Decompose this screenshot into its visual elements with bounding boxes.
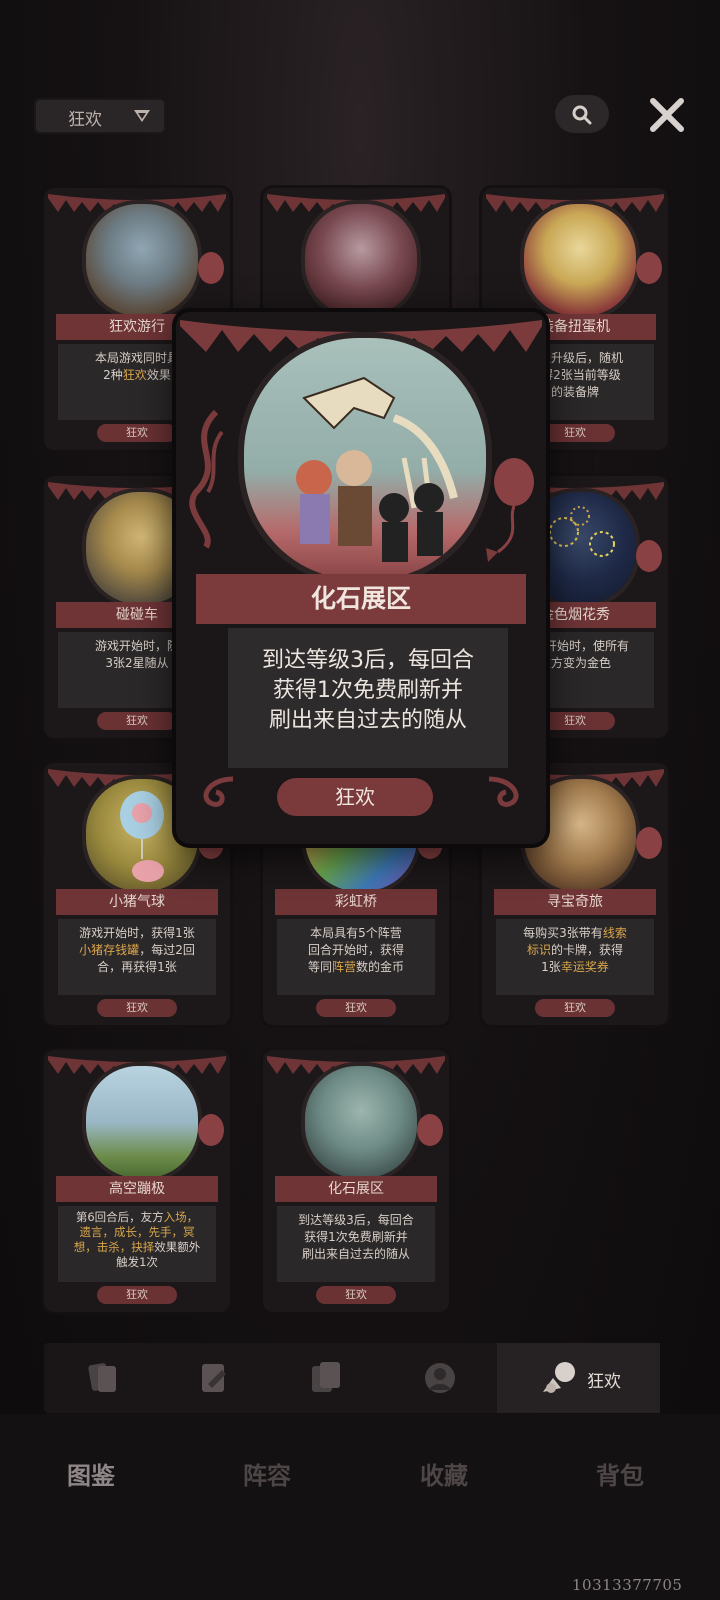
card-name: 彩虹桥 bbox=[275, 889, 437, 915]
card-name: 小猪气球 bbox=[56, 889, 218, 915]
card-description: 游戏开始时，获得1张 小猪存钱罐，每过2回 合，再获得1张 bbox=[58, 919, 216, 995]
balloon-decoration bbox=[198, 252, 224, 284]
balloon-decoration bbox=[636, 540, 662, 572]
card-description: 第6回合后，友方入场， 遗言，成长，先手，冥 想，击杀，抉择效果额外 触发1次 bbox=[58, 1206, 216, 1282]
card-bungee-jump[interactable]: 高空蹦极 第6回合后，友方入场， 遗言，成长，先手，冥 想，击杀，抉择效果额外 … bbox=[44, 1050, 230, 1312]
swirl-decoration bbox=[488, 776, 519, 807]
card-fossil-exhibit[interactable]: 化石展区 到达等级3后，每回合 获得1次免费刷新并 刷出来自过去的随从 狂欢 bbox=[263, 1050, 449, 1312]
card-art bbox=[82, 1062, 202, 1182]
category-card-edit-icon[interactable] bbox=[194, 1358, 234, 1398]
card-tag: 狂欢 bbox=[535, 999, 615, 1017]
card-tag: 狂欢 bbox=[316, 999, 396, 1017]
card-tag: 狂欢 bbox=[97, 1286, 177, 1304]
card-name: 高空蹦极 bbox=[56, 1176, 218, 1202]
nav-tab-lineup[interactable]: 阵容 bbox=[243, 1456, 291, 1491]
card-description: 每购买3张带有线索 标识的卡牌，获得 1张幸运奖券 bbox=[496, 919, 654, 995]
category-tab-label: 狂欢 bbox=[587, 1372, 621, 1392]
popup-tag: 狂欢 bbox=[277, 778, 433, 816]
balloon-decoration bbox=[198, 1114, 224, 1146]
bottom-nav bbox=[0, 1414, 720, 1600]
search-icon bbox=[572, 105, 592, 125]
nav-tab-catalog[interactable]: 图鉴 bbox=[67, 1456, 115, 1491]
chevron-down-icon bbox=[134, 110, 150, 122]
card-detail-popup[interactable]: 化石展区 到达等级3后，每回合 获得1次免费刷新并 刷出来自过去的随从 狂欢 bbox=[176, 312, 546, 844]
category-card-stack-icon[interactable] bbox=[306, 1358, 346, 1398]
card-tag: 狂欢 bbox=[97, 999, 177, 1017]
popup-title-ribbon: 化石展区 bbox=[196, 574, 526, 624]
popup-title: 化石展区 bbox=[310, 584, 411, 613]
filter-dropdown[interactable]: 狂欢 bbox=[34, 98, 166, 134]
card-tag: 狂欢 bbox=[97, 424, 177, 442]
category-cards-icon[interactable] bbox=[84, 1358, 124, 1398]
balloon-decoration bbox=[636, 827, 662, 859]
card-tag: 狂欢 bbox=[535, 424, 615, 442]
swirl-decoration bbox=[189, 409, 224, 549]
swirl-decoration bbox=[203, 776, 234, 807]
balloon-decoration bbox=[636, 252, 662, 284]
popup-description: 到达等级3后，每回合 获得1次免费刷新并 刷出来自过去的随从 bbox=[226, 626, 510, 770]
carnival-icon bbox=[543, 1362, 575, 1393]
card-art bbox=[301, 200, 421, 320]
category-avatar-icon[interactable] bbox=[420, 1358, 460, 1398]
card-tag: 狂欢 bbox=[535, 712, 615, 730]
card-art bbox=[520, 200, 640, 320]
card-art bbox=[301, 1062, 421, 1182]
watermark-id: 10313377705 bbox=[572, 1576, 683, 1594]
balloon-decoration bbox=[417, 1114, 443, 1146]
dinosaur-skeleton-icon bbox=[296, 376, 458, 562]
close-icon[interactable] bbox=[645, 93, 689, 137]
card-description: 到达等级3后，每回合 获得1次免费刷新并 刷出来自过去的随从 bbox=[277, 1206, 435, 1282]
card-description: 本局具有5个阵营 回合开始时，获得 等同阵营数的金币 bbox=[277, 919, 435, 995]
card-tag: 狂欢 bbox=[97, 712, 177, 730]
filter-dropdown-label: 狂欢 bbox=[68, 110, 102, 130]
nav-tab-collection[interactable]: 收藏 bbox=[420, 1456, 468, 1491]
card-name: 寻宝奇旅 bbox=[494, 889, 656, 915]
nav-tab-backpack[interactable]: 背包 bbox=[596, 1456, 644, 1491]
card-tag: 狂欢 bbox=[316, 1286, 396, 1304]
search-button[interactable] bbox=[555, 95, 609, 133]
card-art bbox=[82, 200, 202, 320]
card-name: 化石展区 bbox=[275, 1176, 437, 1202]
popup-card-art bbox=[238, 332, 492, 586]
category-tab-carnival[interactable]: 狂欢 bbox=[497, 1343, 660, 1413]
